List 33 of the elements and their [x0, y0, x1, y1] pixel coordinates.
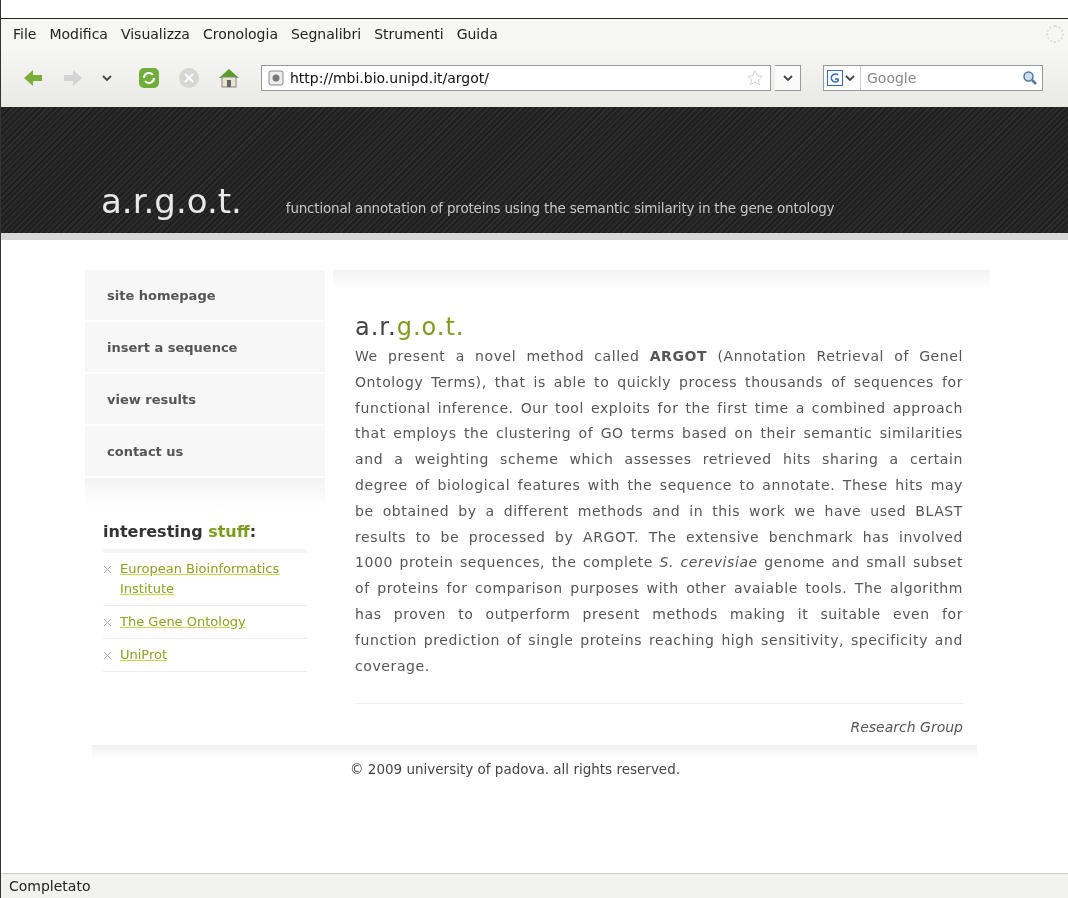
menu-item[interactable]: Visualizza — [114, 26, 197, 42]
search-box[interactable]: Google — [823, 65, 1043, 91]
tagline: functional annotation of proteins using the semantic similarity in the gene ontology — [285, 200, 835, 216]
menu-item[interactable]: Segnalibri — [284, 26, 369, 42]
search-icon[interactable] — [1022, 70, 1038, 86]
menu-item[interactable]: Guida — [450, 26, 505, 42]
status-text: Completato — [9, 878, 91, 894]
caret-icon[interactable] — [101, 72, 113, 84]
nav-link[interactable]: contact us — [85, 426, 325, 476]
search-engine-icon[interactable] — [824, 66, 861, 90]
menu-item[interactable]: Cronologia — [196, 26, 285, 42]
site-logo[interactable]: a.r.g.o.t. — [101, 181, 242, 221]
dropdown-button[interactable] — [775, 65, 801, 91]
home-icon[interactable] — [217, 66, 241, 90]
nav-link[interactable]: view results — [85, 374, 325, 424]
copyright-text: © 2009 university of padova. all rights reserved. — [350, 760, 681, 778]
cross-icon — [103, 651, 112, 660]
site-icon — [268, 70, 284, 86]
menu-item[interactable]: File — [7, 26, 44, 42]
star-icon[interactable] — [746, 69, 764, 87]
nav-link[interactable]: site homepage — [85, 270, 325, 320]
sidebar-heading: interesting stuff: — [103, 522, 307, 553]
address-bar[interactable]: http://mbi.bio.unipd.it/argot/ — [261, 65, 771, 91]
menu-item[interactable]: Strumenti — [368, 26, 451, 42]
nav-link[interactable]: insert a sequence — [85, 322, 325, 372]
menu-item[interactable]: Modifica — [43, 26, 115, 42]
intro-paragraph: We present a novel method called ARGOT (Annotation Retrieval of Genel Ontology Terms), that is able to quickly process thousands of sequences for functional inference. Our tool exploits for the first time a combined approach that employs the clustering of GO terms based on their semantic similarities and a weighting scheme which assesses retrieved hits sharing a certain degree of biological features with the sequence to annotate. These hits may be obtained by a different methods and in this work we have used BLAST results to be processed by ARGOT. The extensive benchmark has involved 1000 protein sequences, the complete S. cerevisiae genome and small subset of proteins for comparison purposes with other avaiable tools. The algorithm has proven to outperform present methods making it suitable even for function prediction of single proteins reaching high sensitivity, specificity and coverage. — [355, 347, 963, 676]
cross-icon — [103, 565, 112, 574]
page-title: a.r.g.o.t. — [355, 312, 466, 342]
cross-icon — [103, 618, 112, 627]
caret-icon — [781, 72, 794, 84]
reload-icon[interactable] — [137, 66, 161, 90]
signature: Research Group — [849, 718, 963, 738]
